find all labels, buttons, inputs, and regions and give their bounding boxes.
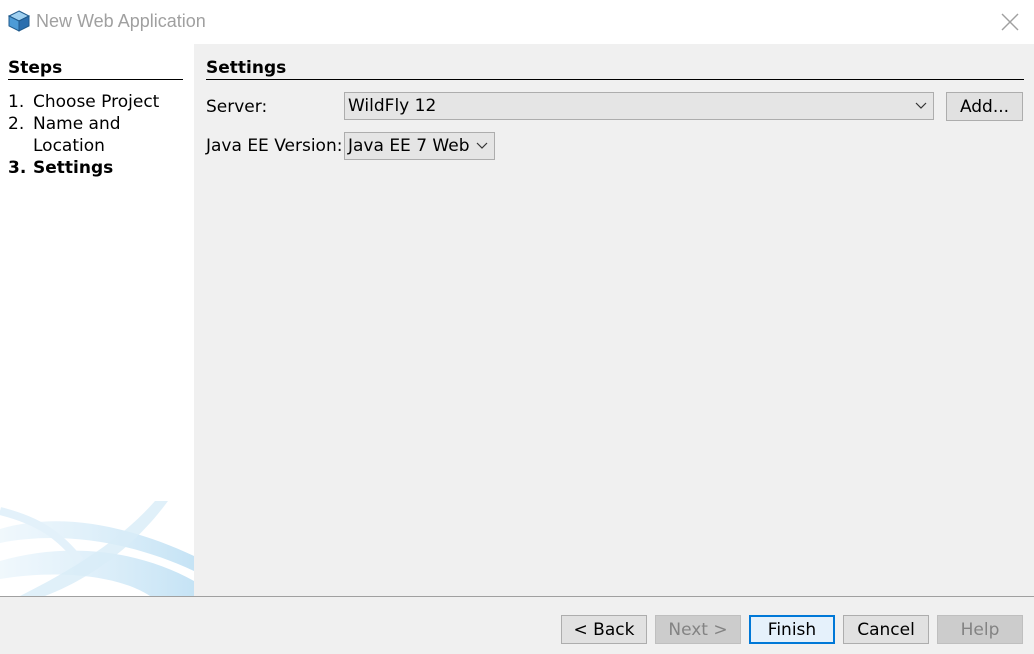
server-dropdown[interactable]: WildFly 12 [344,92,934,120]
close-button[interactable] [986,0,1034,44]
step-number: 2. [8,114,25,134]
steps-heading: Steps [8,58,183,80]
back-button[interactable]: < Back [561,615,647,644]
step-choose-project: 1. Choose Project [8,91,188,113]
cancel-button[interactable]: Cancel [843,615,929,644]
step-label: Settings [33,158,114,178]
steps-list: 1. Choose Project 2. Name and Location 3… [8,91,188,179]
add-server-button[interactable]: Add... [946,92,1023,121]
step-number: 3. [8,158,27,178]
decorative-swoosh-graphic [0,501,194,596]
chevron-down-icon [476,142,488,149]
settings-panel: Settings Server: WildFly 12 Add... Java … [194,44,1034,596]
java-ee-version-selected-value: Java EE 7 Web [348,136,470,156]
server-label: Server: [206,97,268,117]
settings-heading: Settings [206,58,1024,80]
window-title: New Web Application [36,11,206,31]
close-icon [1001,13,1019,31]
steps-panel: Steps 1. Choose Project 2. Name and Loca… [0,44,194,596]
server-selected-value: WildFly 12 [348,96,437,116]
step-number: 1. [8,92,25,112]
title-bar[interactable]: New Web Application [0,0,1034,44]
step-settings: 3. Settings [8,157,188,179]
next-button[interactable]: Next > [655,615,741,644]
finish-button[interactable]: Finish [749,615,835,644]
help-button[interactable]: Help [937,615,1023,644]
dialog-window: New Web Application Steps 1. Choose Proj… [0,0,1034,654]
netbeans-cube-icon [7,10,31,32]
step-label: Choose Project [33,92,160,112]
step-name-and-location: 2. Name and Location [8,113,188,157]
chevron-down-icon [915,102,927,109]
button-bar: < Back Next > Finish Cancel Help [0,596,1034,654]
java-ee-version-dropdown[interactable]: Java EE 7 Web [344,132,495,160]
java-ee-version-label: Java EE Version: [206,136,343,156]
step-label: Name and Location [33,114,121,156]
